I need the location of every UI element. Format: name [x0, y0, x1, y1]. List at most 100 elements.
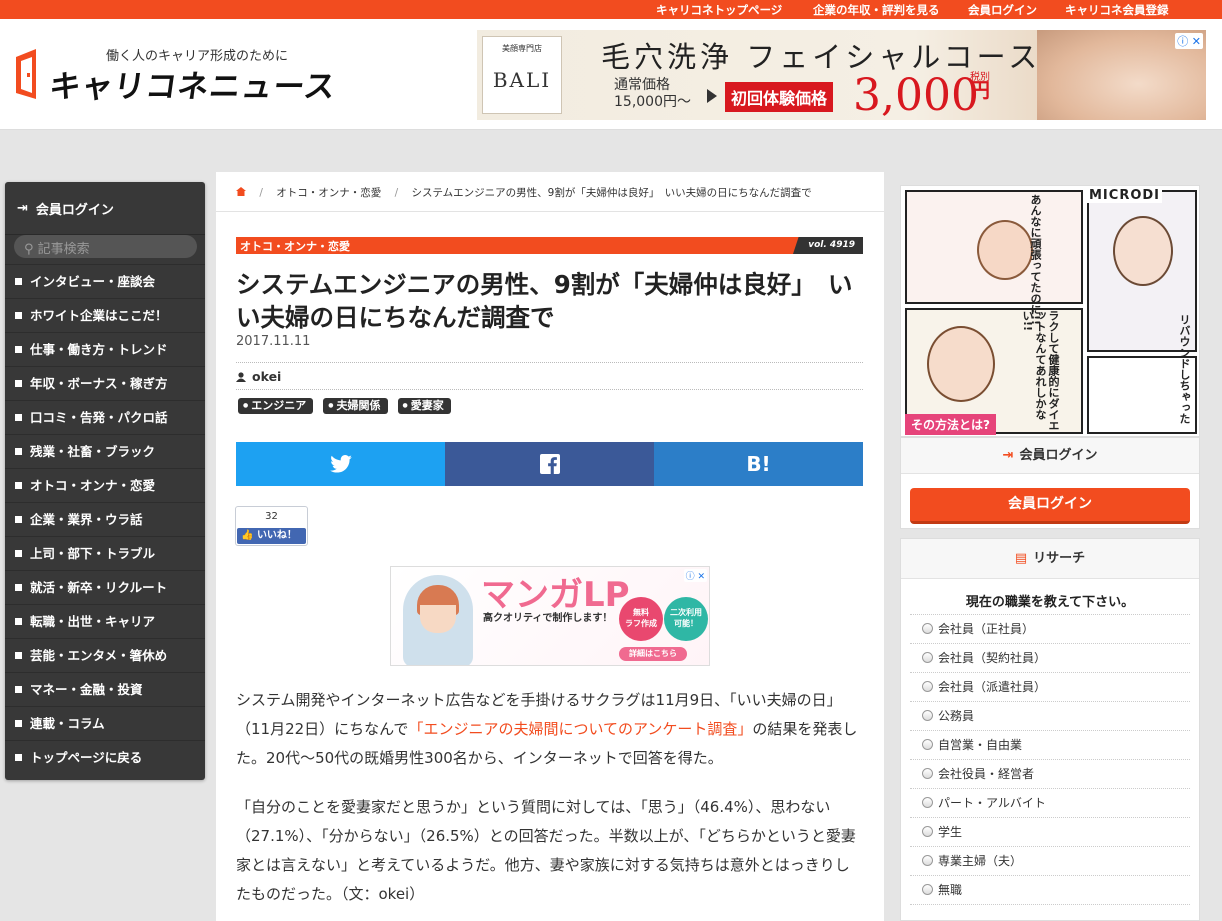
bullet-icon	[15, 618, 22, 625]
sidebar-item-label: 残業・社畜・ブラック	[30, 444, 156, 459]
poll-option[interactable]: 学生	[910, 818, 1190, 847]
poll-option[interactable]: 公務員	[910, 702, 1190, 731]
radio-icon[interactable]	[922, 768, 933, 779]
regular-label: 通常価格	[614, 77, 670, 93]
share-buttons: B!	[236, 442, 863, 486]
article-paragraph-1: システム開発やインターネット広告などを手掛けるサクラグは11月9日、「いい夫婦の…	[236, 686, 863, 773]
article-search-input[interactable]: ⚲ 記事検索	[14, 235, 197, 258]
like-button[interactable]: 👍 いいね！	[237, 528, 306, 544]
facebook-share-button[interactable]	[445, 442, 654, 486]
ad-detail-button[interactable]: 詳細はこちら	[619, 647, 687, 661]
sidebar-item-back-to-top[interactable]: トップページに戻る	[5, 740, 205, 774]
sidebar-item-job-hunting[interactable]: 就活・新卒・リクルート	[5, 570, 205, 604]
sidebar-item-column[interactable]: 連載・コラム	[5, 706, 205, 740]
radio-icon[interactable]	[922, 710, 933, 721]
sidebar-item-money[interactable]: マネー・金融・投資	[5, 672, 205, 706]
sidebar-item-income[interactable]: 年収・ボーナス・稼ぎ方	[5, 366, 205, 400]
poll-option[interactable]: 会社員（契約社員）	[910, 644, 1190, 673]
author-name: okei	[252, 369, 282, 384]
home-icon[interactable]	[236, 187, 246, 196]
article-title: システムエンジニアの男性、9割が「夫婦仲は良好」 いい夫婦の日にちなんだ調査で	[236, 270, 853, 332]
sidebar-item-love[interactable]: オトコ・オンナ・恋愛	[5, 468, 205, 502]
article-volume: vol. 4919	[793, 237, 863, 254]
sidebar-item-boss[interactable]: 上司・部下・トラブル	[5, 536, 205, 570]
poll-option[interactable]: 会社員（正社員）	[910, 615, 1190, 644]
bullet-icon	[15, 686, 22, 693]
breadcrumb-separator: /	[394, 187, 399, 199]
sidebar-item-label: オトコ・オンナ・恋愛	[30, 478, 156, 493]
poll-option[interactable]: 会社役員・経営者	[910, 760, 1190, 789]
right-login-box: ⇥ 会員ログイン 会員ログイン	[900, 437, 1200, 529]
sidebar-item-label: 上司・部下・トラブル	[30, 546, 156, 561]
salon-small-label: 美顔専門店	[502, 44, 542, 53]
article-tags: エンジニア 夫婦関係 愛妻家	[238, 398, 451, 414]
radio-icon[interactable]	[922, 855, 933, 866]
survey-link[interactable]: 「エンジニアの夫婦間についてのアンケート調査」	[408, 720, 752, 738]
yen-label: 円	[970, 78, 990, 102]
sidebar-item-interview[interactable]: インタビュー・座談会	[5, 264, 205, 298]
bullet-icon	[15, 346, 22, 353]
sidebar-item-label: マネー・金融・投資	[30, 682, 143, 697]
radio-icon[interactable]	[922, 681, 933, 692]
search-icon: ⚲	[24, 242, 34, 257]
hatena-icon: B!	[746, 452, 771, 476]
salon-name: BALI	[492, 68, 552, 92]
header-ad-banner[interactable]: 美顔専門店 BALI 毛穴洗浄 フェイシャルコース 通常価格 15,000円～ …	[477, 30, 1206, 120]
twitter-share-button[interactable]	[236, 442, 445, 486]
poll-option[interactable]: 自営業・自由業	[910, 731, 1190, 760]
radio-icon[interactable]	[922, 826, 933, 837]
radio-icon[interactable]	[922, 652, 933, 663]
top-nav-member-login[interactable]: 会員ログイン	[968, 2, 1037, 18]
site-logo[interactable]: キャリコネニュース	[47, 61, 340, 106]
sidebar-item-industry[interactable]: 企業・業界・ウラ話	[5, 502, 205, 536]
tag-devoted-husband[interactable]: 愛妻家	[397, 398, 451, 414]
manga-lp-ad[interactable]: マンガLP 高クオリティで制作します！ 無料 ラフ作成 二次利用 可能！ 詳細は…	[390, 566, 710, 666]
twitter-icon	[329, 455, 352, 473]
article-author[interactable]: okei	[236, 369, 281, 384]
sidebar-item-label: 口コミ・告発・パクロ話	[30, 410, 168, 425]
poll-option[interactable]: パート・アルバイト	[910, 789, 1190, 818]
ad-regular-price: 通常価格 15,000円～	[614, 77, 691, 111]
tag-engineer[interactable]: エンジニア	[238, 398, 314, 414]
radio-icon[interactable]	[922, 623, 933, 634]
top-nav-member-register[interactable]: キャリコネ会員登録	[1065, 2, 1169, 18]
article-category[interactable]: オトコ・オンナ・恋愛	[240, 238, 350, 254]
bullet-icon	[15, 380, 22, 387]
radio-icon[interactable]	[922, 739, 933, 750]
login-box-header: ⇥ 会員ログイン	[901, 438, 1199, 474]
sidebar-item-work-trend[interactable]: 仕事・働き方・トレンド	[5, 332, 205, 366]
sidebar-item-overtime[interactable]: 残業・社畜・ブラック	[5, 434, 205, 468]
sidebar-item-white-company[interactable]: ホワイト企業はここだ！	[5, 298, 205, 332]
poll-option[interactable]: 専業主婦（夫）	[910, 847, 1190, 876]
logo-door-icon[interactable]	[14, 47, 42, 101]
sidebar-item-label: 就活・新卒・リクルート	[30, 580, 168, 595]
radio-icon[interactable]	[922, 797, 933, 808]
sidebar-login-link[interactable]: ⇥ 会員ログイン	[5, 182, 205, 235]
sidebar-item-career[interactable]: 転職・出世・キャリア	[5, 604, 205, 638]
right-manga-ad[interactable]: あんなに頑張ってたのに!! リバウンドしちゃった ラクして健康的にダイエットなん…	[900, 185, 1200, 437]
trial-price: 3,000	[853, 70, 979, 120]
ad-circle-free: 無料 ラフ作成	[619, 597, 663, 641]
like-label: いいね！	[256, 530, 297, 541]
ad-choices-icon[interactable]: ⓘ ✕	[1175, 33, 1203, 49]
ad-choices-icon[interactable]: ⓘ ✕	[683, 569, 707, 582]
radio-icon[interactable]	[922, 884, 933, 895]
character-face	[927, 326, 995, 402]
hatena-share-button[interactable]: B!	[654, 442, 863, 486]
trial-price-badge: 初回体験価格	[725, 82, 834, 112]
breadcrumb-category[interactable]: オトコ・オンナ・恋愛	[276, 187, 381, 199]
like-count: 32	[265, 511, 278, 522]
member-login-button[interactable]: 会員ログイン	[910, 488, 1190, 524]
bullet-icon	[15, 550, 22, 557]
manga-speech-1: あんなに頑張ってたのに!!	[1029, 194, 1042, 326]
sidebar-item-reviews[interactable]: 口コミ・告発・パクロ話	[5, 400, 205, 434]
sidebar-item-entertainment[interactable]: 芸能・エンタメ・箸休め	[5, 638, 205, 672]
breadcrumb-current: システムエンジニアの男性、9割が「夫婦仲は良好」 いい夫婦の日にちなんだ調査で	[411, 187, 812, 199]
top-nav-caliconne-top[interactable]: キャリコネトップページ	[656, 2, 782, 18]
poll-option[interactable]: 会社員（派遣社員）	[910, 673, 1190, 702]
tag-marriage[interactable]: 夫婦関係	[323, 398, 388, 414]
article-date: 2017.11.11	[236, 334, 311, 349]
sidebar-item-label: 芸能・エンタメ・箸休め	[30, 648, 168, 663]
poll-option[interactable]: 無職	[910, 876, 1190, 905]
top-nav-company-reviews[interactable]: 企業の年収・評判を見る	[813, 2, 940, 18]
